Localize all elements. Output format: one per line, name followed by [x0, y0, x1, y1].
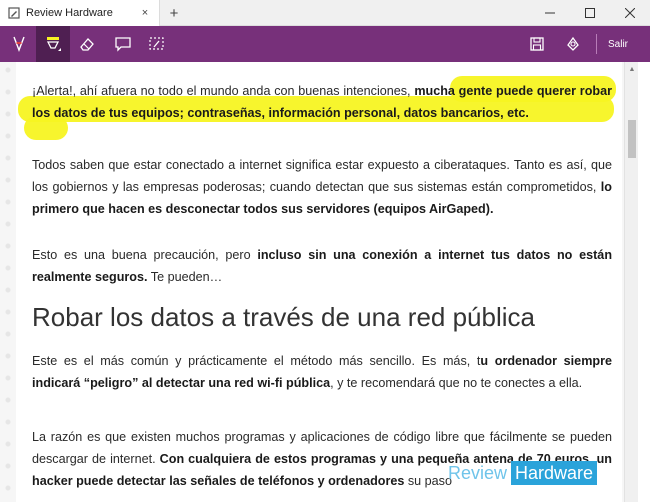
close-icon: [625, 8, 635, 18]
maximize-icon: [585, 8, 595, 18]
pen-tool-button[interactable]: [2, 26, 36, 62]
highlighter-tool-button[interactable]: [36, 26, 70, 62]
save-note-button[interactable]: [520, 26, 554, 62]
minimize-button[interactable]: [530, 0, 570, 26]
browser-tab[interactable]: Review Hardware ×: [0, 0, 160, 26]
scroll-thumb[interactable]: [628, 120, 636, 158]
p3-normal-a: Esto es una buena precaución, pero: [32, 248, 258, 262]
paragraph-3: Esto es una buena precaución, pero inclu…: [32, 244, 612, 288]
p4-normal-b: , y te recomendará que no te conectes a …: [330, 376, 583, 390]
p2-normal: Todos saben que estar conectado a intern…: [32, 158, 612, 194]
paragraph-1: ¡Alerta!, ahí afuera no todo el mundo an…: [32, 80, 612, 124]
scroll-up-icon[interactable]: ▲: [625, 62, 639, 76]
section-heading: Robar los datos a través de una red públ…: [32, 302, 535, 332]
comment-icon: [115, 37, 131, 52]
pen-icon: [13, 36, 25, 52]
comment-tool-button[interactable]: [106, 26, 140, 62]
p5-cut: su paso: [407, 474, 452, 488]
page-content: ¡Alerta!, ahí afuera no todo el mundo an…: [0, 62, 650, 502]
minimize-icon: [545, 12, 555, 14]
toolbar-divider: [596, 34, 597, 54]
close-tab-button[interactable]: ×: [137, 5, 153, 21]
watermark-hardware: Hardware: [511, 461, 598, 485]
new-tab-button[interactable]: +: [164, 3, 184, 23]
note-tab-icon: [8, 7, 20, 19]
article-page: ¡Alerta!, ahí afuera no todo el mundo an…: [16, 62, 622, 502]
eraser-icon: [80, 38, 94, 51]
share-note-button[interactable]: [556, 26, 590, 62]
close-window-button[interactable]: [610, 0, 650, 26]
site-watermark: Review Hardware: [448, 460, 598, 486]
clip-icon: [149, 37, 164, 50]
paragraph-4: Este es el más común y prácticamente el …: [32, 350, 612, 394]
p4-normal-a: Este es el más común y prácticamente el …: [32, 354, 481, 368]
save-icon: [530, 37, 544, 51]
eraser-tool-button[interactable]: [70, 26, 104, 62]
left-background-pattern: [0, 62, 16, 502]
maximize-button[interactable]: [570, 0, 610, 26]
watermark-review: Review: [448, 462, 508, 483]
web-note-toolbar: Salir: [0, 26, 650, 62]
vertical-scrollbar[interactable]: ▲: [624, 62, 638, 502]
exit-button[interactable]: Salir: [602, 26, 628, 62]
share-icon: [567, 36, 579, 51]
title-bar: Review Hardware × +: [0, 0, 650, 26]
p1-normal: ¡Alerta!, ahí afuera no todo el mundo an…: [32, 84, 415, 98]
clip-tool-button[interactable]: [140, 26, 174, 62]
paragraph-2: Todos saben que estar conectado a intern…: [32, 154, 612, 220]
p3-normal-b: Te pueden…: [147, 270, 223, 284]
highlighter-icon: [46, 37, 61, 51]
tab-title: Review Hardware: [26, 7, 113, 19]
